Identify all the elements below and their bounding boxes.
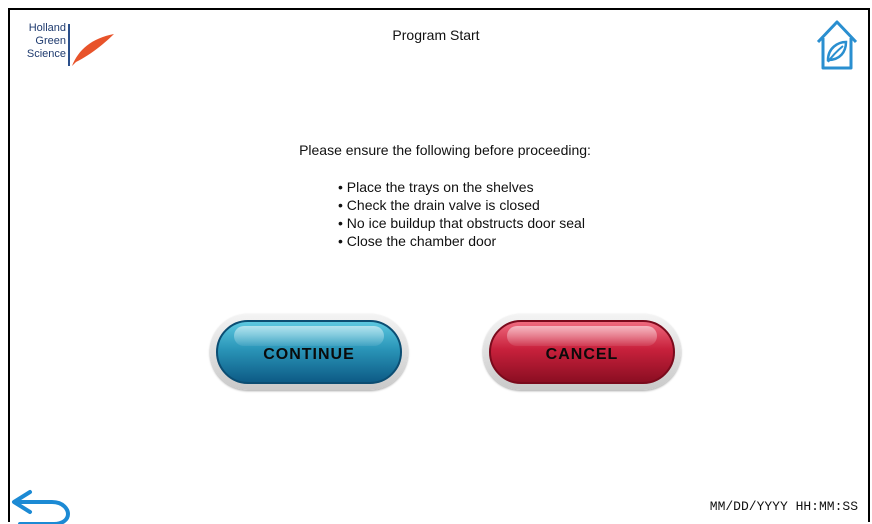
continue-button-well: CONTINUE [210,314,408,390]
checklist-item: No ice buildup that obstructs door seal [338,214,585,232]
checklist-item: Close the chamber door [338,232,585,250]
datetime-display: MM/DD/YYYY HH:MM:SS [709,499,858,514]
logo-line-3: Science [26,48,66,60]
page-title: Program Start [392,27,480,43]
checklist-item: Check the drain valve is closed [338,196,585,214]
continue-button-label: CONTINUE [263,346,355,363]
screen-frame [8,8,870,522]
checklist: Place the trays on the shelves Check the… [338,178,585,250]
cancel-button-well: CANCEL [483,314,681,390]
cancel-button[interactable]: CANCEL [489,320,675,384]
button-gloss [507,326,657,346]
back-arrow-icon[interactable] [10,484,72,524]
home-leaf-icon[interactable] [814,12,860,72]
cancel-button-label: CANCEL [545,346,619,363]
button-gloss [234,326,384,346]
instructions-heading: Please ensure the following before proce… [299,142,591,158]
checklist-item: Place the trays on the shelves [338,178,585,196]
continue-button[interactable]: CONTINUE [216,320,402,384]
